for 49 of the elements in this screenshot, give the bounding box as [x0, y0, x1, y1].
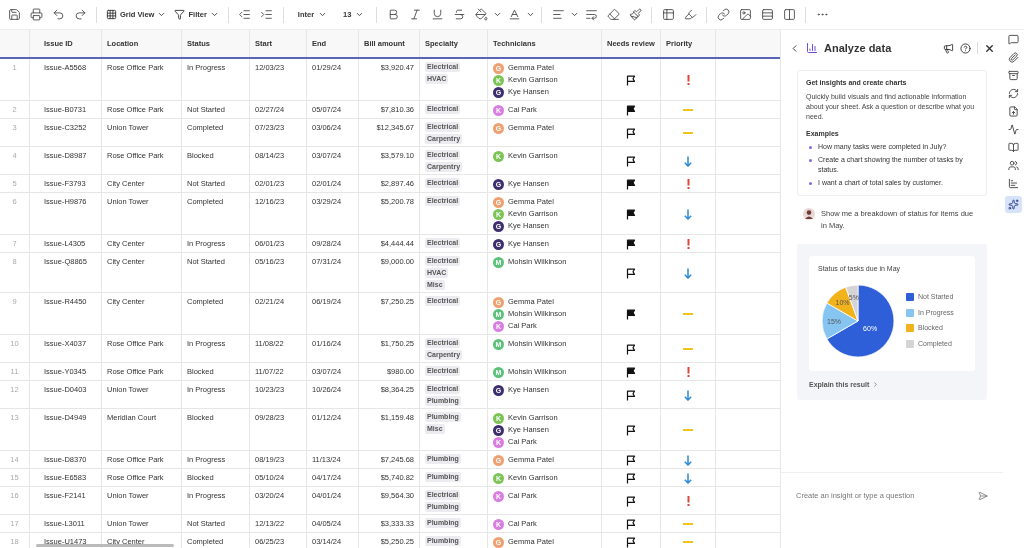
book-icon[interactable]: [1008, 142, 1019, 153]
flag-icon[interactable]: [626, 454, 636, 466]
attachment-icon[interactable]: [1008, 52, 1019, 63]
caret-icon: [355, 10, 365, 19]
caret-icon: [526, 10, 536, 19]
flag-icon[interactable]: [626, 495, 636, 507]
chevron-icon: [872, 381, 880, 389]
close-icon[interactable]: [984, 42, 995, 54]
flag-icon[interactable]: [626, 366, 636, 378]
flag-icon[interactable]: [626, 104, 636, 116]
people-icon[interactable]: [1008, 160, 1019, 171]
bar-chart-icon[interactable]: [1008, 178, 1019, 189]
filter-icon: [174, 9, 186, 20]
flag-icon[interactable]: [626, 343, 636, 355]
flag-icon[interactable]: [626, 74, 636, 86]
caret-icon: [570, 10, 580, 19]
flag-icon[interactable]: [626, 308, 636, 320]
flag-icon[interactable]: [626, 389, 636, 401]
flag-icon[interactable]: [626, 178, 636, 190]
flag-icon[interactable]: [626, 267, 636, 279]
bullet-icon: [809, 159, 812, 162]
flag-icon[interactable]: [626, 472, 636, 484]
flag-icon[interactable]: [626, 127, 636, 139]
file-upload-icon[interactable]: [1008, 106, 1019, 117]
megaphone-icon[interactable]: [943, 42, 954, 54]
flag-icon[interactable]: [626, 536, 636, 548]
grid-icon: [106, 9, 117, 20]
bullet-icon: [809, 182, 812, 185]
sparkle-button[interactable]: [1005, 196, 1022, 213]
activity-icon[interactable]: [1008, 124, 1019, 135]
archive-icon[interactable]: [1008, 70, 1019, 81]
comment-icon[interactable]: [1008, 34, 1019, 45]
caret-icon: [157, 10, 167, 19]
flag-icon[interactable]: [626, 518, 636, 530]
flag-icon[interactable]: [626, 208, 636, 220]
flag-icon[interactable]: [626, 424, 636, 436]
scrollbar[interactable]: [36, 544, 174, 547]
caret-icon: [493, 10, 503, 19]
flag-icon[interactable]: [626, 238, 636, 250]
panel-title: Analyze data: [824, 40, 893, 56]
chart-icon: [806, 42, 818, 54]
caret-icon: [318, 10, 328, 19]
bullet-icon: [809, 146, 812, 149]
caret-icon: [209, 10, 219, 19]
user-avatar: [803, 208, 815, 220]
help-icon[interactable]: [960, 42, 971, 54]
send-icon[interactable]: [978, 490, 988, 501]
flag-icon[interactable]: [626, 155, 636, 167]
refresh-icon[interactable]: [1008, 88, 1019, 99]
